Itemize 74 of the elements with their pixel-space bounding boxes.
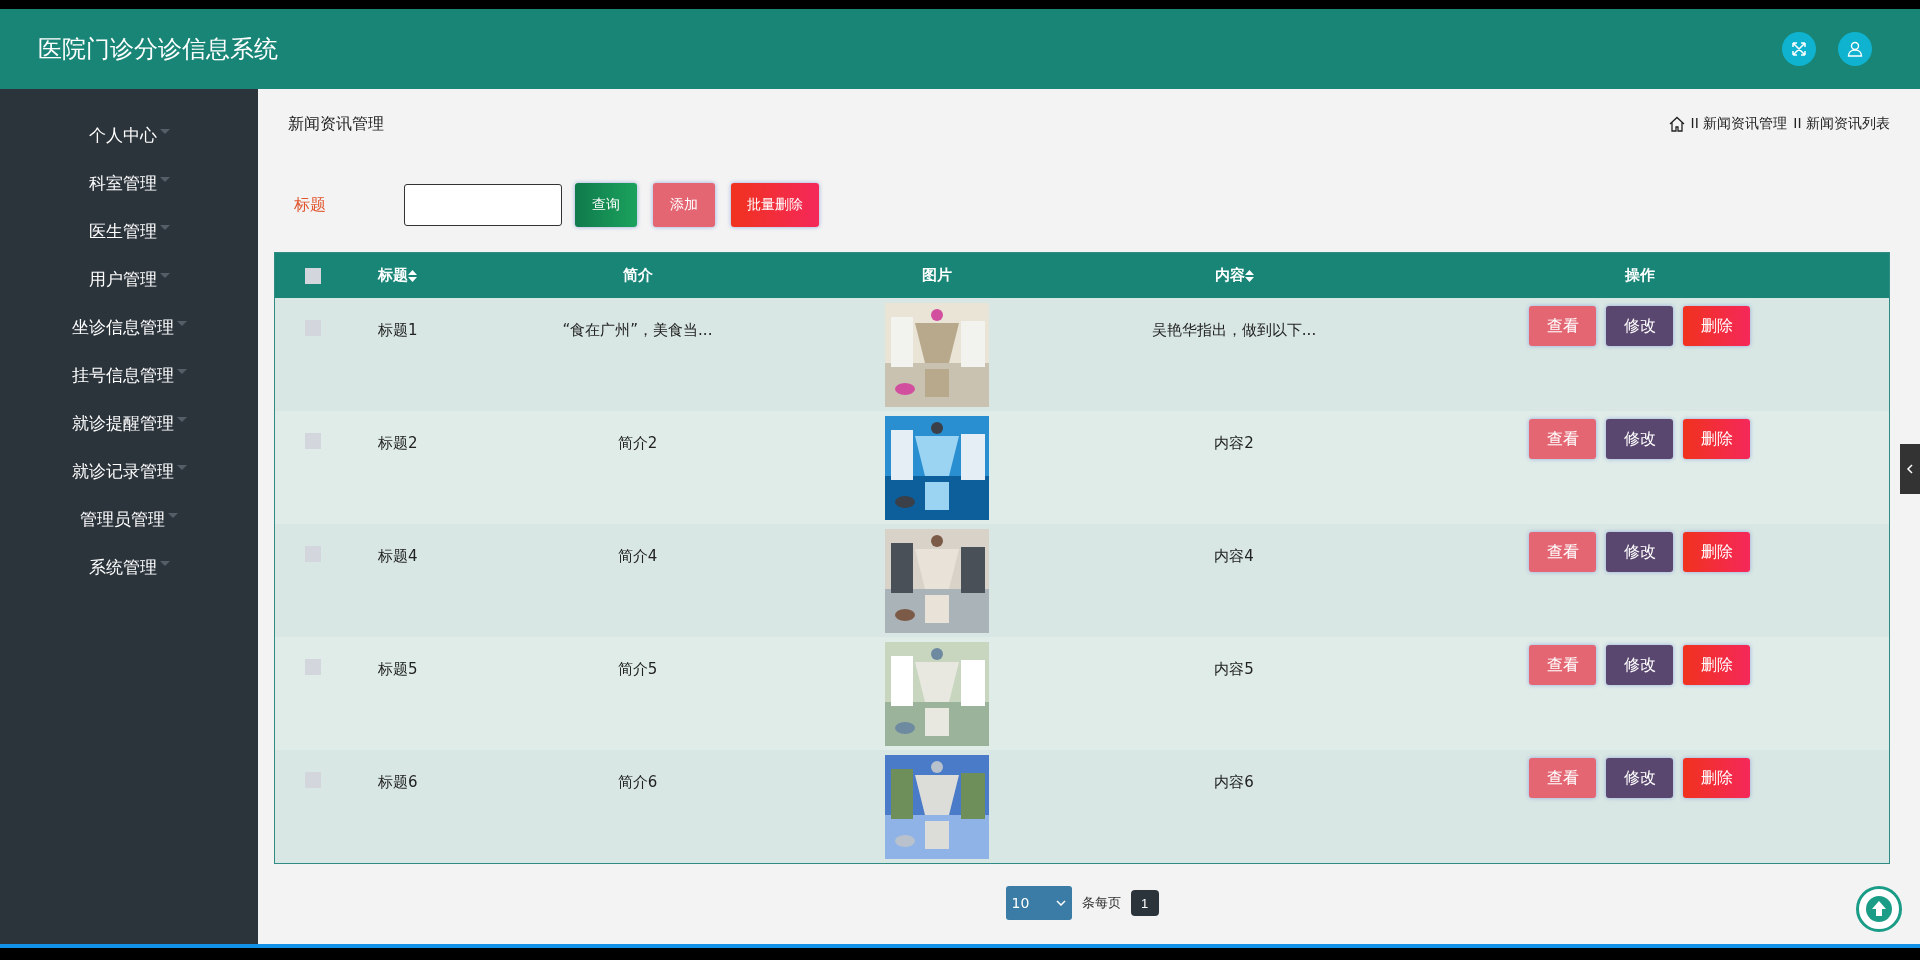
- caret-icon: [159, 129, 170, 135]
- caret-icon: [176, 465, 187, 471]
- table-cell: 标题4: [378, 547, 418, 566]
- column-header: 图片: [921, 266, 952, 285]
- query-button[interactable]: 查询: [575, 183, 637, 227]
- table-cell: 简介4: [617, 547, 658, 566]
- page-size-label: 条每页: [1081, 894, 1121, 912]
- column-header[interactable]: 标题: [378, 266, 408, 285]
- column-header[interactable]: 内容: [1214, 266, 1245, 285]
- caret-icon: [159, 177, 170, 183]
- caret-icon: [176, 417, 187, 423]
- caret-icon: [159, 225, 170, 231]
- delete-button[interactable]: 删除: [1683, 758, 1750, 798]
- sidebar-item[interactable]: 管理员管理: [80, 495, 178, 543]
- edit-button[interactable]: 修改: [1606, 419, 1673, 459]
- fullscreen-button[interactable]: [1782, 32, 1816, 66]
- title-search-field[interactable]: [404, 184, 562, 226]
- edit-button[interactable]: 修改: [1606, 532, 1673, 572]
- page-size-select[interactable]: 10: [1005, 886, 1072, 920]
- edit-button[interactable]: 修改: [1606, 645, 1673, 685]
- delete-button[interactable]: 删除: [1683, 645, 1750, 685]
- collapse-tab[interactable]: [1900, 444, 1920, 494]
- caret-icon: [159, 273, 170, 279]
- user-button[interactable]: [1838, 32, 1872, 66]
- breadcrumb-item[interactable]: II 新闻资讯管理: [1690, 115, 1788, 133]
- breadcrumb-item[interactable]: II 新闻资讯列表: [1793, 115, 1890, 133]
- search-label: 标题: [293, 194, 327, 216]
- batch-delete-button[interactable]: 批量删除: [731, 183, 819, 227]
- table-cell: 吴艳华指出，做到以下...: [1151, 321, 1317, 340]
- table-cell: 标题2: [378, 434, 418, 453]
- delete-button[interactable]: 删除: [1683, 419, 1750, 459]
- chevron-down-icon: [1055, 900, 1066, 906]
- fullscreen-icon: [1791, 41, 1807, 57]
- delete-button[interactable]: 删除: [1683, 532, 1750, 572]
- edit-button[interactable]: 修改: [1606, 306, 1673, 346]
- column-header: 操作: [1624, 266, 1655, 285]
- back-to-top-button[interactable]: [1856, 886, 1902, 932]
- table-cell: 内容2: [1214, 434, 1254, 453]
- sort-icon[interactable]: [1244, 269, 1254, 282]
- caret-icon: [168, 513, 178, 519]
- sidebar-item[interactable]: 科室管理: [88, 159, 170, 207]
- sidebar-item[interactable]: 系统管理: [88, 543, 170, 591]
- select-all-checkbox[interactable]: [304, 267, 321, 284]
- sort-icon[interactable]: [408, 269, 417, 282]
- table-cell: 标题5: [378, 660, 418, 679]
- user-icon: [1847, 41, 1863, 57]
- caret-icon: [176, 369, 187, 375]
- table-cell: 内容5: [1214, 660, 1254, 679]
- page-title: 新闻资讯管理: [287, 113, 385, 135]
- sidebar-item[interactable]: 用户管理: [88, 255, 170, 303]
- edit-button[interactable]: 修改: [1606, 758, 1673, 798]
- caret-icon: [176, 321, 187, 327]
- table-cell: 标题6: [378, 773, 418, 792]
- table-cell: 内容6: [1214, 773, 1254, 792]
- table-cell: 简介6: [617, 773, 658, 792]
- table-cell: 简介5: [617, 660, 658, 679]
- app-title: 医院门诊分诊信息系统: [38, 34, 279, 65]
- page-button[interactable]: 1: [1130, 890, 1159, 916]
- arrow-up-icon: [1866, 896, 1892, 922]
- sidebar-item[interactable]: 就诊提醒管理: [71, 399, 187, 447]
- sidebar-item[interactable]: 就诊记录管理: [71, 447, 187, 495]
- column-header: 简介: [622, 266, 653, 285]
- table-cell: 内容4: [1214, 547, 1254, 566]
- sidebar-item[interactable]: 挂号信息管理: [71, 351, 187, 399]
- sidebar-item[interactable]: 医生管理: [88, 207, 170, 255]
- table-cell: 标题1: [378, 321, 418, 340]
- chevron-left-icon: [1906, 464, 1914, 474]
- caret-icon: [159, 561, 170, 567]
- sidebar-item[interactable]: 个人中心: [88, 111, 170, 159]
- home-icon[interactable]: [1668, 116, 1685, 132]
- table-cell: “食在广州”，美食当...: [562, 321, 713, 340]
- table-cell: 简介2: [617, 434, 658, 453]
- delete-button[interactable]: 删除: [1683, 306, 1750, 346]
- sidebar-item[interactable]: 坐诊信息管理: [71, 303, 187, 351]
